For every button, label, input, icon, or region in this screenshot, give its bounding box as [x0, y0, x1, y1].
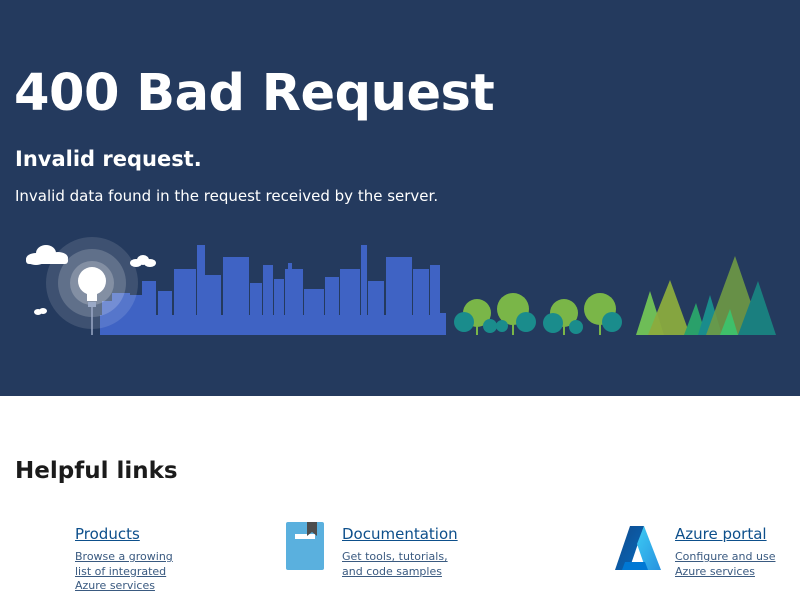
azure-portal-description-line[interactable]: Configure and use — [675, 549, 775, 564]
documentation-icon — [286, 522, 324, 570]
azure-portal-link[interactable]: Azure portal — [675, 524, 767, 544]
azure-logo-icon — [615, 526, 661, 570]
city-illustration — [26, 237, 776, 335]
documentation-link[interactable]: Documentation — [342, 524, 458, 544]
helpful-links-section: Helpful links Products Browse a growing … — [0, 396, 800, 600]
products-description-line[interactable]: list of integrated — [75, 564, 166, 579]
error-hero: 400 Bad Request Invalid request. Invalid… — [0, 0, 800, 396]
products-description-line[interactable]: Azure services — [75, 578, 155, 593]
pine-trees-group — [636, 256, 776, 335]
azure-portal-description-line[interactable]: Azure services — [675, 564, 755, 579]
error-message: Invalid data found in the request receiv… — [15, 187, 439, 205]
products-description-line[interactable]: Browse a growing — [75, 549, 173, 564]
documentation-description-line[interactable]: Get tools, tutorials, — [342, 549, 448, 564]
documentation-description-line[interactable]: and code samples — [342, 564, 442, 579]
error-subtitle: Invalid request. — [15, 147, 202, 171]
cloud-icon — [34, 308, 47, 315]
products-link[interactable]: Products — [75, 524, 140, 544]
city-skyline — [100, 245, 446, 335]
error-title: 400 Bad Request — [14, 64, 495, 123]
helpful-links-title: Helpful links — [15, 458, 178, 484]
trees-group — [454, 293, 622, 335]
